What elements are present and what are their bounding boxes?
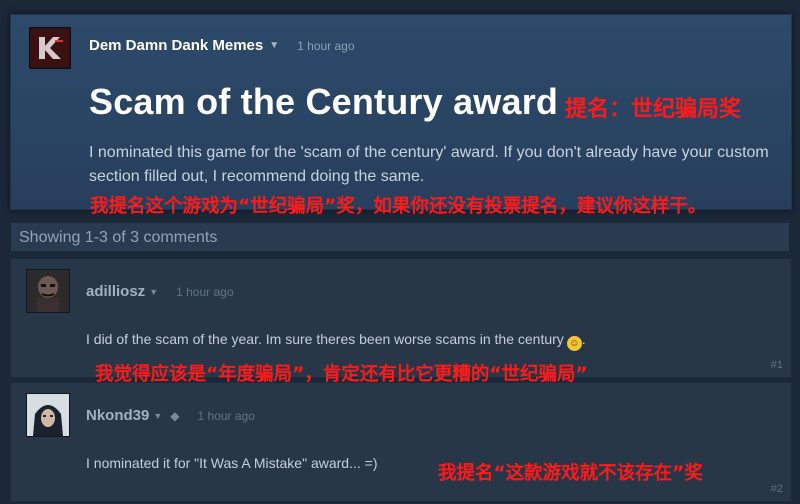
comment-text: I nominated it for "It Was A Mistake" aw… — [86, 455, 378, 471]
post-title: Scam of the Century award — [89, 81, 559, 122]
chevron-down-icon[interactable]: ▼ — [153, 411, 162, 421]
chevron-down-icon[interactable]: ▼ — [149, 287, 158, 297]
tag-icon: ◆ — [170, 408, 180, 423]
comment-meta: Nkond39 ▼ ◆ 1 hour ago — [86, 407, 255, 424]
title-translation-overlay: 提名：世纪骗局奖 — [565, 97, 742, 122]
grin-sweat-emoji-icon: ☺ — [566, 336, 582, 351]
avatar-icon — [27, 270, 69, 312]
commenter-name[interactable]: Nkond39 — [86, 407, 149, 424]
commenter-avatar[interactable] — [26, 269, 70, 313]
post-body: I nominated this game for the 'scam of t… — [89, 144, 769, 185]
body-translation-overlay: 我提名这个游戏为“世纪骗局”奖，如果你还没有投票提名，建议你这样干。 — [90, 196, 707, 217]
kf-logo-icon — [31, 29, 69, 67]
comment-meta: adilliosz ▼ 1 hour ago — [86, 283, 234, 300]
post-author-row: Dem Damn Dank Memes ▼ 1 hour ago — [89, 37, 355, 54]
post-author-name[interactable]: Dem Damn Dank Memes — [89, 37, 263, 54]
comment2-translation-overlay: 我提名“这款游戏就不该存在”奖 — [438, 463, 703, 484]
commenter-name[interactable]: adilliosz — [86, 283, 145, 300]
comment-number: #2 — [770, 483, 783, 495]
comments-count-text: Showing 1-3 of 3 comments — [19, 229, 218, 246]
chevron-down-icon[interactable]: ▼ — [269, 40, 279, 51]
comments-count-bar: Showing 1-3 of 3 comments — [10, 222, 790, 252]
hooded-figure-avatar-icon — [27, 394, 69, 436]
comment-text-suffix: . — [581, 331, 586, 347]
commenter-avatar[interactable] — [26, 393, 70, 437]
comment-number: #1 — [770, 359, 783, 371]
comment-timestamp: 1 hour ago — [176, 284, 234, 299]
comment-timestamp: 1 hour ago — [197, 408, 255, 423]
author-avatar[interactable] — [29, 27, 71, 69]
comment-text-main: I did of the scam of the year. Im sure t… — [86, 331, 564, 347]
comment-text: I did of the scam of the year. Im sure t… — [86, 331, 586, 351]
post-timestamp: 1 hour ago — [297, 38, 355, 53]
